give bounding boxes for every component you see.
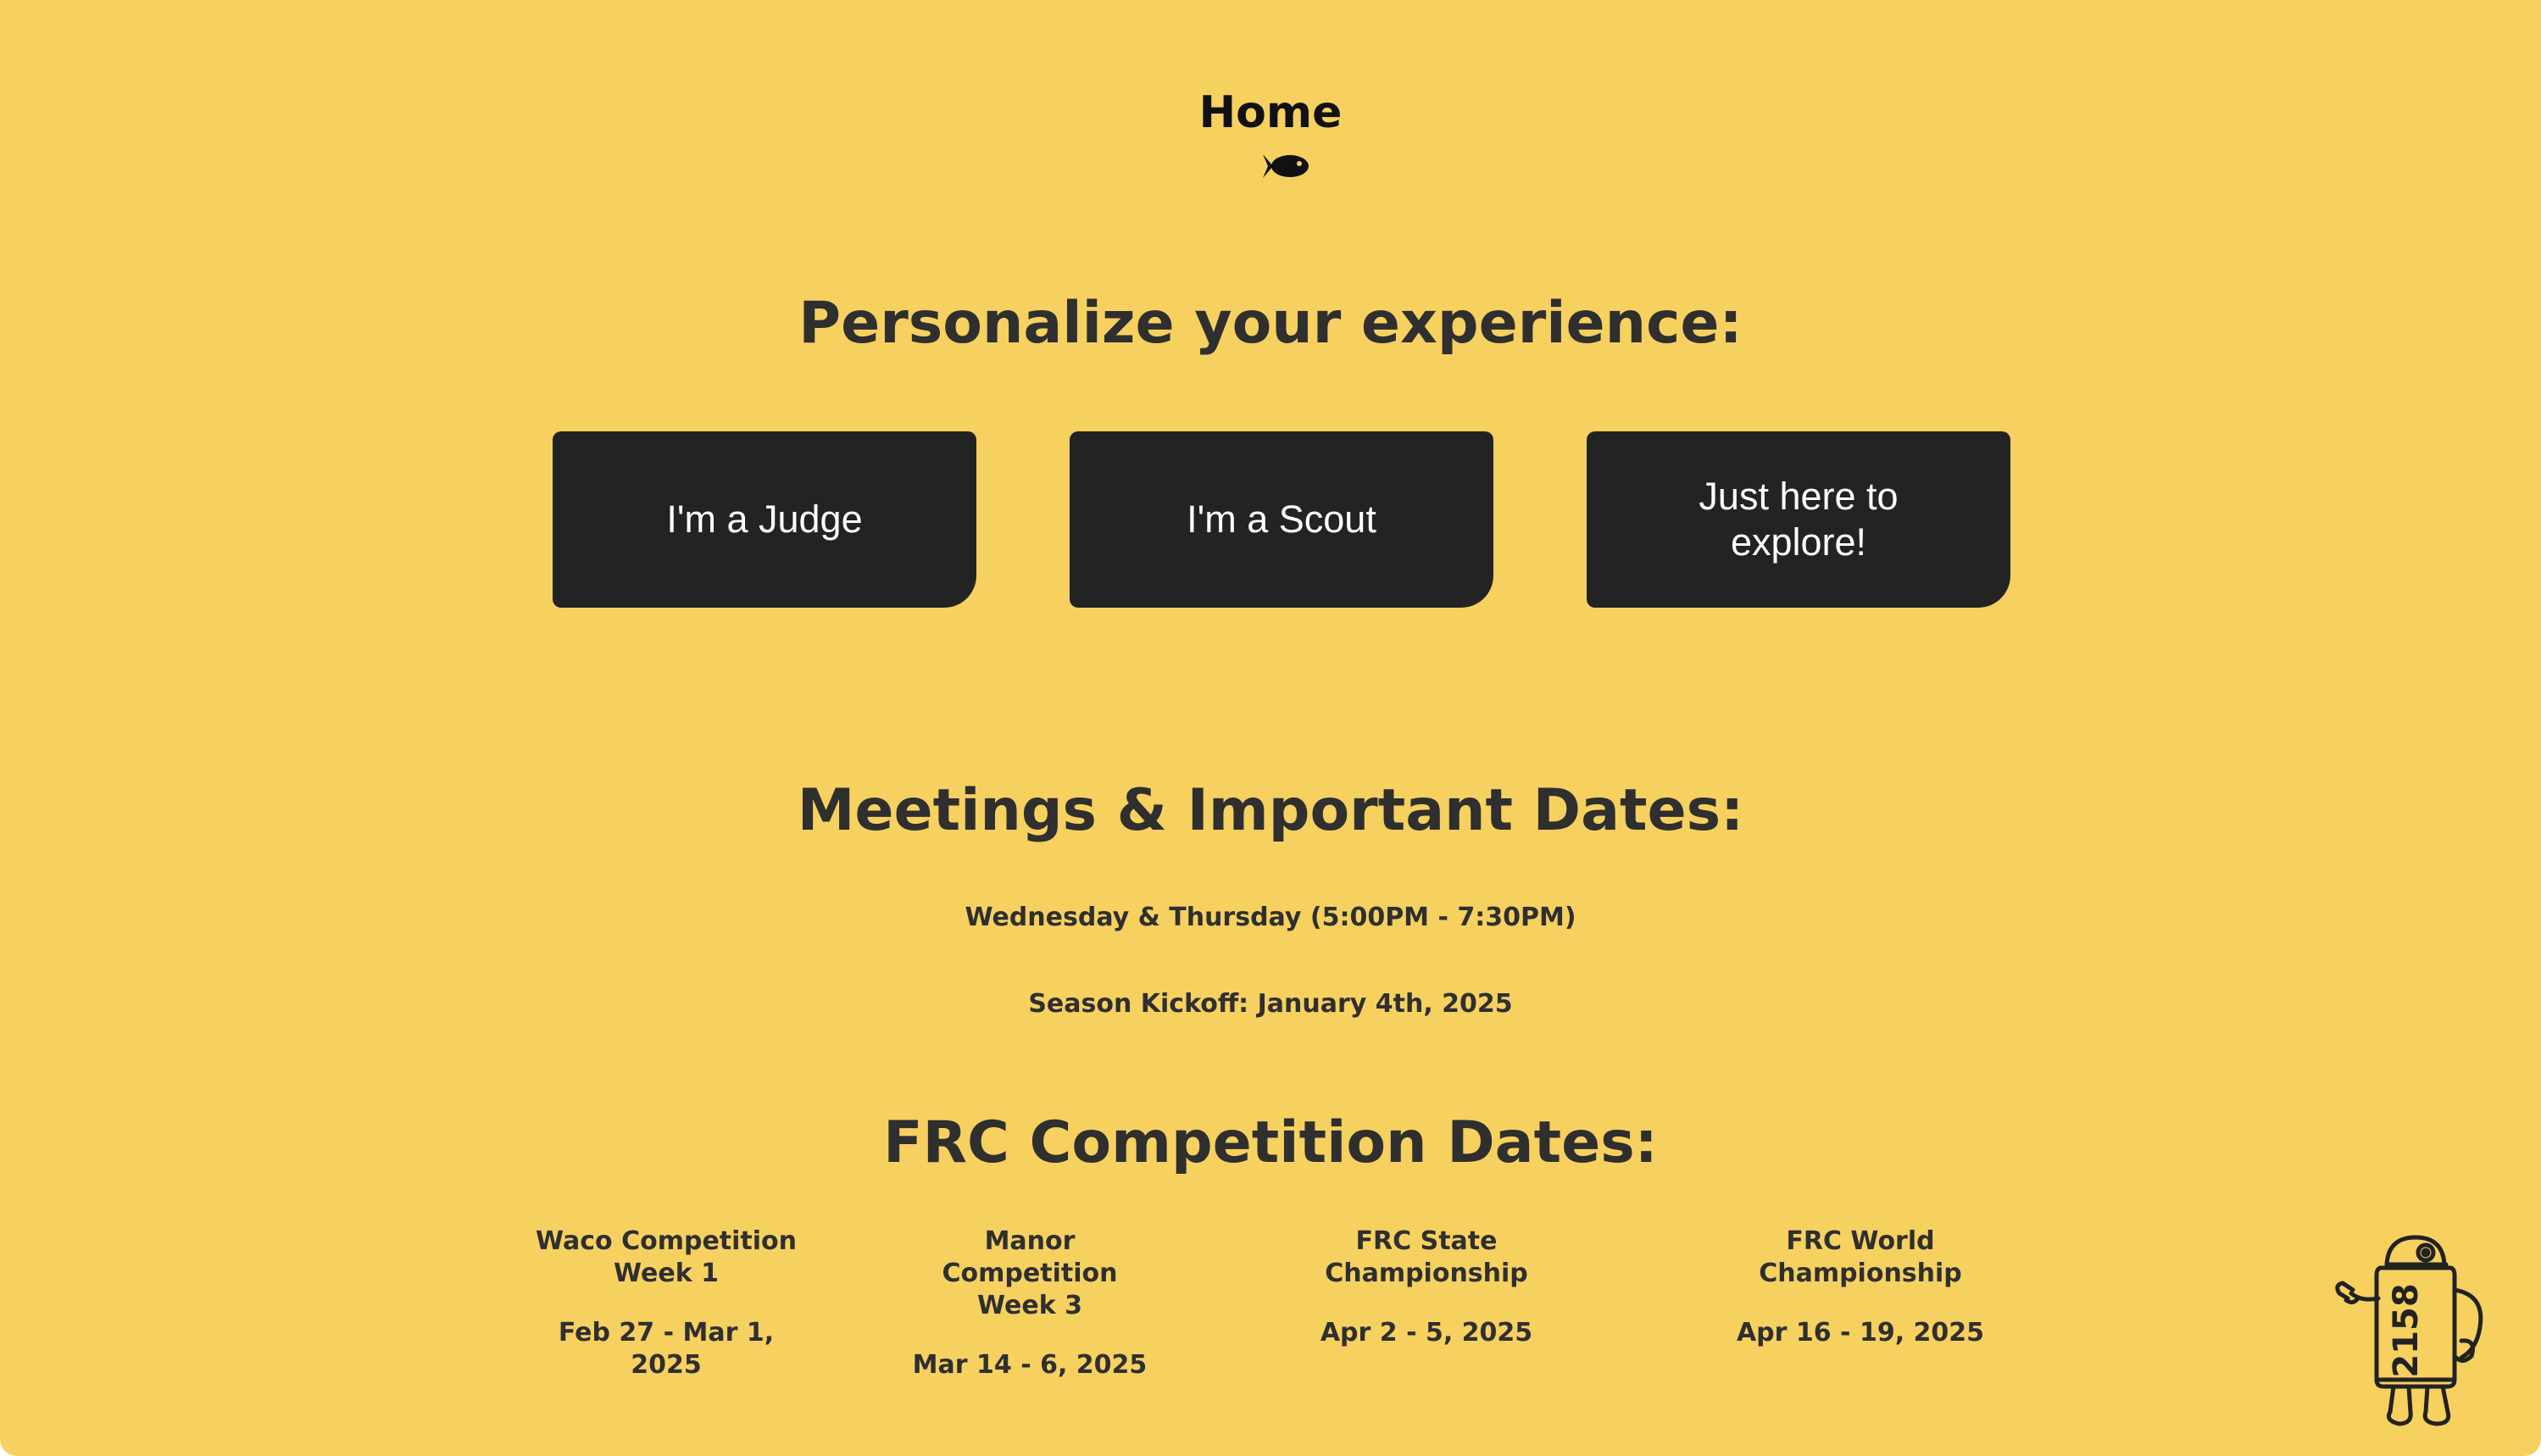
fish-icon [1263, 154, 1309, 178]
explore-button-label: Just here to explore! [1699, 475, 1899, 564]
judge-button[interactable]: I'm a Judge [553, 431, 976, 608]
robot-mascot-icon: 2158 [2335, 1235, 2483, 1426]
competition-heading: FRC Competition Dates: [883, 1109, 1658, 1176]
competition-date: Apr 2 - 5, 2025 [1320, 1318, 1533, 1348]
competition-date: Feb 27 - Mar 1, 2025 [558, 1318, 775, 1380]
scout-button[interactable]: I'm a Scout [1070, 431, 1493, 608]
meeting-times-text: Wednesday & Thursday (5:00PM - 7:30PM) [965, 903, 1576, 932]
judge-button-label: I'm a Judge [666, 497, 863, 541]
personalize-heading: Personalize your experience: [798, 290, 1743, 357]
page-background: Home Personalize your experience: I'm a … [0, 0, 2541, 1456]
competition-name: FRC State Championship [1325, 1226, 1528, 1288]
competition-date: Apr 16 - 19, 2025 [1736, 1318, 1985, 1348]
competition-item-manor: Manor Competition Week 3 Mar 14 - 6, 202… [898, 1225, 1161, 1381]
explore-button[interactable]: Just here to explore! [1587, 431, 2010, 608]
competition-item-world: FRC World Championship Apr 16 - 19, 2025 [1695, 1225, 2026, 1349]
meetings-heading: Meetings & Important Dates: [797, 777, 1744, 844]
competition-item-waco: Waco Competition Week 1 Feb 27 - Mar 1, … [531, 1225, 802, 1381]
competition-name: Waco Competition Week 1 [535, 1226, 798, 1288]
competition-date: Mar 14 - 6, 2025 [912, 1350, 1148, 1380]
competition-name: FRC World Championship [1759, 1226, 1962, 1288]
scout-button-label: I'm a Scout [1187, 497, 1376, 541]
mascot-label: 2158 [2387, 1283, 2426, 1377]
competition-name: Manor Competition Week 3 [942, 1226, 1118, 1320]
season-kickoff-text: Season Kickoff: January 4th, 2025 [1028, 989, 1513, 1019]
competition-item-state: FRC State Championship Apr 2 - 5, 2025 [1263, 1225, 1590, 1349]
page-title: Home [1198, 87, 1343, 138]
